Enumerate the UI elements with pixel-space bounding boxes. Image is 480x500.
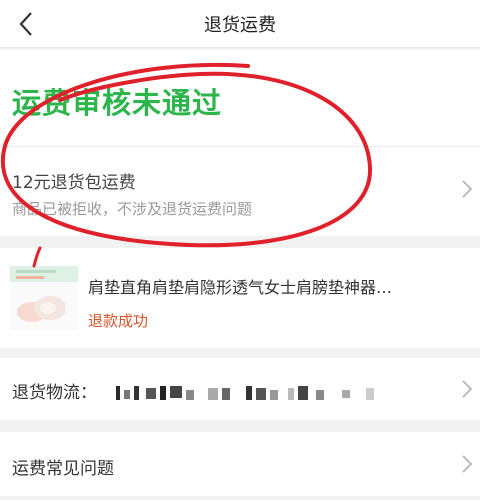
- return-logistics-label: 退货物流：: [12, 383, 97, 403]
- nav-bar: 退货运费: [0, 0, 480, 48]
- review-status-title: 运费审核未通过: [12, 86, 223, 120]
- return-fee-subtitle: 商品已被拒收，不涉及退货运费问题: [12, 200, 253, 218]
- return-logistics-row[interactable]: 退货物流：: [0, 358, 480, 420]
- product-thumbnail[interactable]: [10, 266, 78, 330]
- shipping-faq-label: 运费常见问题: [12, 459, 114, 479]
- divider: [0, 146, 480, 147]
- product-item[interactable]: 肩垫直角肩垫肩隐形透气女士肩膀垫神器… 退款成功: [0, 248, 480, 348]
- return-fee-title[interactable]: 12元退货包运费: [12, 168, 136, 193]
- chevron-right-icon[interactable]: [460, 378, 474, 400]
- pixelated-tracking-number: [116, 386, 374, 400]
- refund-status: 退款成功: [88, 312, 149, 330]
- shipping-faq-row[interactable]: 运费常见问题: [0, 432, 480, 496]
- page-title: 退货运费: [204, 15, 276, 36]
- status-card: 运费审核未通过 12元退货包运费 商品已被拒收，不涉及退货运费问题: [0, 50, 480, 236]
- chevron-right-icon[interactable]: [460, 453, 474, 475]
- product-name: 肩垫直角肩垫肩隐形透气女士肩膀垫神器…: [88, 278, 393, 297]
- chevron-right-icon[interactable]: [460, 178, 474, 200]
